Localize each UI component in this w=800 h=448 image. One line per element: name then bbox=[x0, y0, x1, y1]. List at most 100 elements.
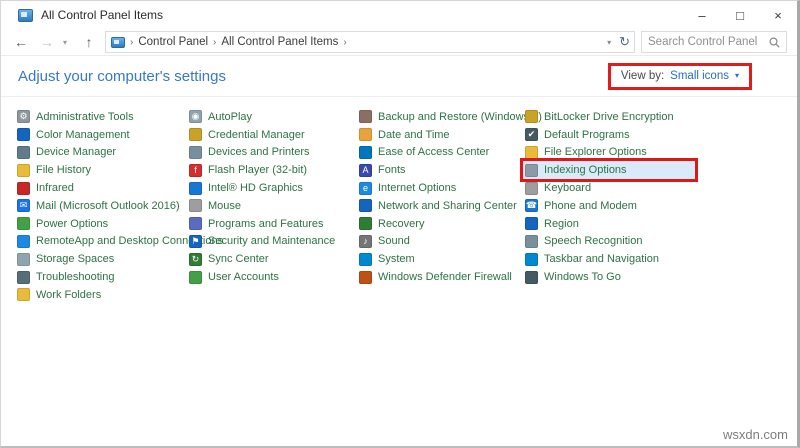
item-label: Backup and Restore (Windows 7) bbox=[378, 110, 542, 123]
item-label: Taskbar and Navigation bbox=[544, 253, 659, 266]
navigation-bar: ← → ▾ ↑ › Control Panel › All Control Pa… bbox=[1, 29, 797, 56]
control-panel-item[interactable]: A Fonts bbox=[357, 161, 412, 179]
control-panel-item[interactable]: ♪ Sound bbox=[357, 233, 416, 251]
maximize-button[interactable]: □ bbox=[721, 1, 759, 29]
search-icon bbox=[769, 36, 780, 48]
item-label: Flash Player (32-bit) bbox=[208, 164, 308, 177]
control-panel-item[interactable]: Device Manager bbox=[15, 144, 122, 162]
minimize-button[interactable]: – bbox=[683, 1, 721, 29]
address-bar[interactable]: › Control Panel › All Control Panel Item… bbox=[105, 31, 635, 53]
item-label: Troubleshooting bbox=[36, 271, 115, 284]
item-label: Security and Maintenance bbox=[208, 235, 336, 248]
taskbar-navigation-icon bbox=[525, 252, 538, 266]
up-button[interactable]: ↑ bbox=[79, 34, 99, 50]
control-panel-item[interactable]: Work Folders bbox=[15, 286, 107, 304]
work-folders-icon bbox=[17, 288, 30, 302]
programs-and-features-icon bbox=[189, 217, 202, 231]
control-panel-item[interactable]: ⚙ Administrative Tools bbox=[15, 108, 140, 126]
address-dropdown-icon[interactable]: ▾ bbox=[607, 38, 611, 47]
control-panel-item[interactable]: Storage Spaces bbox=[15, 250, 120, 268]
items-column-3: Backup and Restore (Windows 7) Date and … bbox=[357, 108, 542, 304]
items-column-2: ◉ AutoPlay Credential Manager Devices an… bbox=[187, 108, 357, 304]
control-panel-item[interactable]: BitLocker Drive Encryption bbox=[523, 108, 680, 126]
control-panel-breadcrumb-icon bbox=[111, 36, 125, 48]
item-label: Fonts bbox=[378, 164, 406, 177]
control-panel-item[interactable]: ↻ Sync Center bbox=[187, 250, 275, 268]
ease-of-access-icon bbox=[359, 145, 372, 159]
control-panel-item[interactable]: ✉ Mail (Microsoft Outlook 2016) bbox=[15, 197, 186, 215]
control-panel-item[interactable]: Taskbar and Navigation bbox=[523, 250, 665, 268]
item-label: Speech Recognition bbox=[544, 235, 643, 248]
control-panel-item[interactable]: System bbox=[357, 250, 421, 268]
control-panel-item[interactable]: Mouse bbox=[187, 197, 247, 215]
forward-button[interactable]: → bbox=[37, 34, 57, 50]
item-label: User Accounts bbox=[208, 271, 279, 284]
control-panel-items-grid: ⚙ Administrative Tools Color Management … bbox=[1, 97, 797, 304]
control-panel-item[interactable]: f Flash Player (32-bit) bbox=[187, 161, 313, 179]
phone-and-modem-icon: ☎ bbox=[525, 199, 538, 213]
breadcrumb-all-control-panel-items[interactable]: All Control Panel Items bbox=[221, 36, 338, 48]
control-panel-item[interactable]: Windows To Go bbox=[523, 268, 627, 286]
control-panel-item[interactable]: ☎ Phone and Modem bbox=[523, 197, 643, 215]
item-label: Work Folders bbox=[36, 288, 102, 301]
item-label: Power Options bbox=[36, 217, 109, 230]
control-panel-item[interactable]: e Internet Options bbox=[357, 179, 462, 197]
control-panel-item[interactable]: Region bbox=[523, 215, 585, 233]
refresh-icon[interactable]: ↻ bbox=[619, 34, 630, 50]
control-panel-item[interactable]: ◉ AutoPlay bbox=[187, 108, 258, 126]
control-panel-item[interactable]: Keyboard bbox=[523, 179, 597, 197]
fonts-icon: A bbox=[359, 163, 372, 177]
item-label: AutoPlay bbox=[208, 110, 253, 123]
item-label: Sync Center bbox=[208, 253, 269, 266]
troubleshooting-icon bbox=[17, 270, 30, 284]
control-panel-item[interactable]: Power Options bbox=[15, 215, 114, 233]
breadcrumb-control-panel[interactable]: Control Panel bbox=[138, 36, 208, 48]
control-panel-item[interactable]: Indexing Options bbox=[520, 158, 698, 183]
history-dropdown-icon[interactable]: ▾ bbox=[63, 38, 73, 47]
control-panel-item[interactable]: Credential Manager bbox=[187, 126, 311, 144]
control-panel-item[interactable]: ✔ Default Programs bbox=[523, 126, 636, 144]
control-panel-item[interactable]: Network and Sharing Center bbox=[357, 197, 523, 215]
mouse-icon bbox=[189, 199, 202, 213]
item-label: BitLocker Drive Encryption bbox=[544, 110, 674, 123]
control-panel-item[interactable]: Intel® HD Graphics bbox=[187, 179, 309, 197]
back-button[interactable]: ← bbox=[11, 34, 31, 50]
control-panel-item[interactable]: ⚑ Security and Maintenance bbox=[187, 233, 341, 251]
search-input[interactable] bbox=[648, 36, 765, 48]
storage-spaces-icon bbox=[17, 252, 30, 266]
control-panel-item[interactable]: Windows Defender Firewall bbox=[357, 268, 518, 286]
window-title: All Control Panel Items bbox=[41, 8, 164, 22]
control-panel-item[interactable]: Ease of Access Center bbox=[357, 144, 495, 162]
page-title: Adjust your computer's settings bbox=[18, 67, 226, 85]
control-panel-item[interactable]: Color Management bbox=[15, 126, 136, 144]
control-panel-window: All Control Panel Items – □ × ← → ▾ ↑ › … bbox=[0, 0, 800, 448]
control-panel-item[interactable]: File Explorer Options bbox=[523, 144, 653, 162]
flash-player-icon: f bbox=[189, 163, 202, 177]
control-panel-item[interactable]: User Accounts bbox=[187, 268, 285, 286]
control-panel-item[interactable]: Infrared bbox=[15, 179, 80, 197]
watermark: wsxdn.com bbox=[722, 427, 788, 442]
control-panel-app-icon bbox=[18, 8, 33, 22]
close-button[interactable]: × bbox=[759, 1, 797, 29]
keyboard-icon bbox=[525, 181, 538, 195]
view-by-dropdown[interactable]: Small icons bbox=[670, 70, 729, 82]
security-maintenance-icon: ⚑ bbox=[189, 234, 202, 248]
items-column-1: ⚙ Administrative Tools Color Management … bbox=[15, 108, 223, 304]
recovery-icon bbox=[359, 217, 372, 231]
item-label: Ease of Access Center bbox=[378, 146, 490, 159]
control-panel-item[interactable]: Speech Recognition bbox=[523, 233, 648, 251]
control-panel-item[interactable]: Date and Time bbox=[357, 126, 456, 144]
power-options-icon bbox=[17, 217, 30, 231]
control-panel-item[interactable]: Backup and Restore (Windows 7) bbox=[357, 108, 548, 126]
control-panel-item[interactable]: File History bbox=[15, 161, 97, 179]
search-box[interactable] bbox=[641, 31, 787, 53]
item-label: Windows To Go bbox=[544, 271, 621, 284]
view-by-dropdown-arrow-icon[interactable]: ▾ bbox=[735, 71, 739, 80]
control-panel-item[interactable]: Recovery bbox=[357, 215, 430, 233]
region-icon bbox=[525, 217, 538, 231]
control-panel-item[interactable]: Devices and Printers bbox=[187, 144, 316, 162]
file-explorer-options-icon bbox=[525, 145, 538, 159]
control-panel-item[interactable]: Programs and Features bbox=[187, 215, 330, 233]
administrative-tools-icon: ⚙ bbox=[17, 110, 30, 124]
control-panel-item[interactable]: Troubleshooting bbox=[15, 268, 120, 286]
